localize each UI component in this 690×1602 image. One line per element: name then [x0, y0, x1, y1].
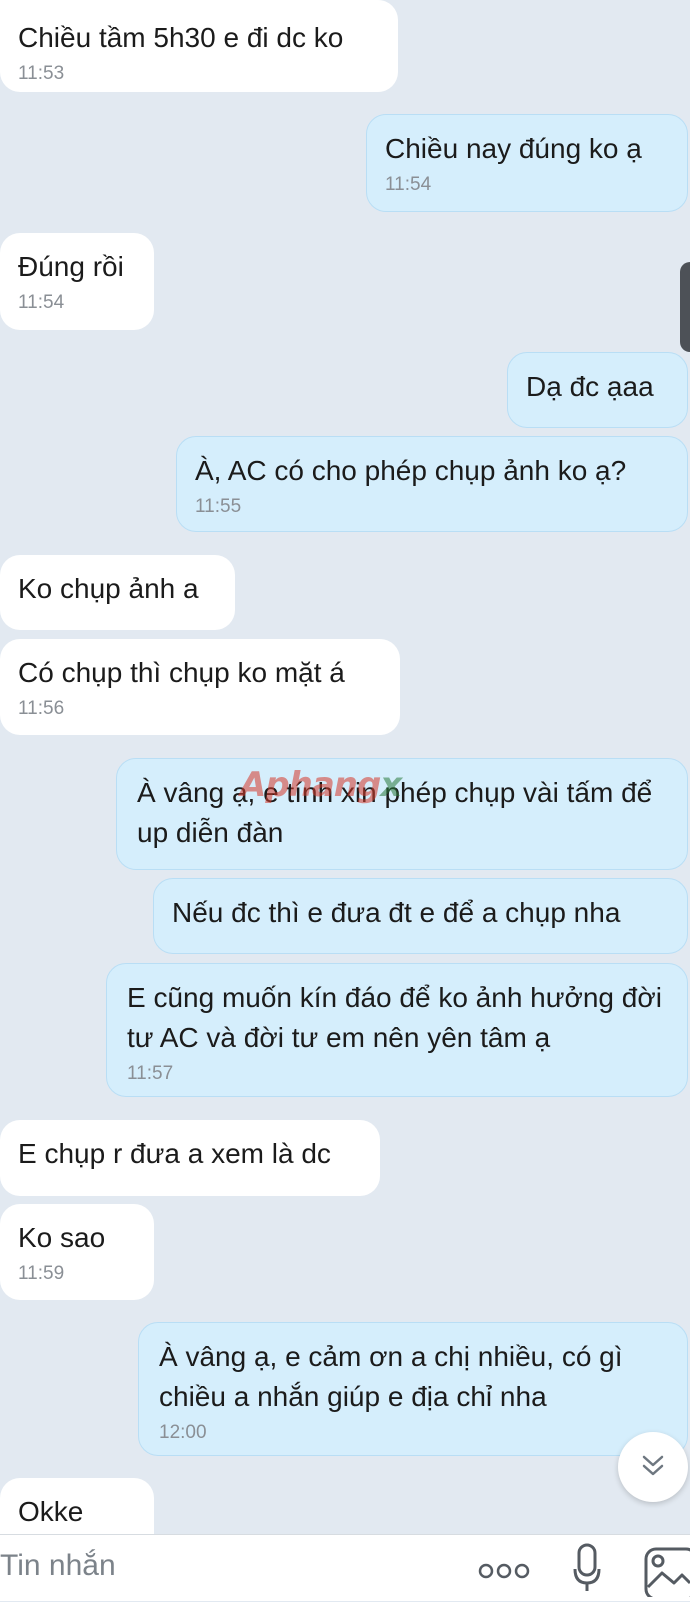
message-text: E chụp r đưa a xem là dc [18, 1138, 331, 1169]
message-bubble-incoming[interactable]: Ko sao 11:59 [0, 1204, 154, 1300]
message-bubble-incoming[interactable]: E chụp r đưa a xem là dc [0, 1120, 380, 1196]
message-time: 12:00 [159, 1422, 207, 1443]
message-bubble-incoming[interactable]: Ko chụp ảnh a [0, 555, 235, 630]
more-dots-icon[interactable] [478, 1561, 530, 1586]
message-text: Dạ đc ạaa [526, 371, 654, 402]
message-bubble-outgoing[interactable]: À vâng ạ, e cảm ơn a chị nhiều, có gì ch… [138, 1322, 688, 1456]
message-time: 11:53 [18, 63, 65, 84]
message-input-bar: Tin nhắn [0, 1534, 690, 1601]
message-bubble-outgoing[interactable]: Nếu đc thì e đưa đt e để a chụp nha [153, 878, 688, 954]
message-time: 11:54 [18, 292, 65, 313]
microphone-icon[interactable] [572, 1543, 602, 1598]
message-time: 11:56 [18, 698, 65, 719]
message-bubble-outgoing[interactable]: À vâng ạ, e tính xin phép chụp vài tấm đ… [116, 758, 688, 870]
message-bubble-incoming[interactable]: Có chụp thì chụp ko mặt á 11:56 [0, 639, 400, 735]
message-bubble-incoming[interactable]: Chiều tầm 5h30 e đi dc ko 11:53 [0, 0, 398, 92]
message-bubble-outgoing[interactable]: Dạ đc ạaa [507, 352, 688, 428]
message-bubble-outgoing[interactable]: Chiều nay đúng ko ạ 11:54 [366, 114, 688, 212]
message-text: Ko chụp ảnh a [18, 573, 199, 604]
message-text: Đúng rồi [18, 251, 124, 282]
message-bubble-outgoing[interactable]: E cũng muốn kín đáo để ko ảnh hưởng đời … [106, 963, 688, 1097]
message-text: Nếu đc thì e đưa đt e để a chụp nha [172, 897, 621, 928]
message-text: Ko sao [18, 1222, 106, 1253]
message-text: Chiều nay đúng ko ạ [385, 133, 642, 164]
edge-panel-handle[interactable] [680, 262, 690, 352]
message-time: 11:59 [18, 1263, 65, 1284]
message-text: À, AC có cho phép chụp ảnh ko ạ? [195, 455, 627, 486]
message-time: 11:57 [127, 1063, 174, 1084]
message-text: Có chụp thì chụp ko mặt á [18, 657, 345, 688]
message-text: Chiều tầm 5h30 e đi dc ko [18, 22, 344, 53]
message-bubble-incoming[interactable]: Đúng rồi 11:54 [0, 233, 154, 330]
message-time: 11:55 [195, 496, 242, 517]
message-input[interactable]: Tin nhắn [0, 1549, 116, 1583]
message-text: E cũng muốn kín đáo để ko ảnh hưởng đời … [127, 982, 662, 1053]
message-text: À vâng ạ, e cảm ơn a chị nhiều, có gì ch… [159, 1341, 623, 1412]
scroll-to-bottom-button[interactable] [618, 1432, 688, 1502]
message-time: 11:54 [385, 174, 432, 195]
message-bubble-outgoing[interactable]: À, AC có cho phép chụp ảnh ko ạ? 11:55 [176, 436, 688, 532]
message-text: Okke [18, 1496, 84, 1527]
watermark-logo: Aphangx [240, 765, 402, 805]
image-icon[interactable] [644, 1547, 690, 1602]
chevron-double-down-icon [638, 1450, 668, 1485]
